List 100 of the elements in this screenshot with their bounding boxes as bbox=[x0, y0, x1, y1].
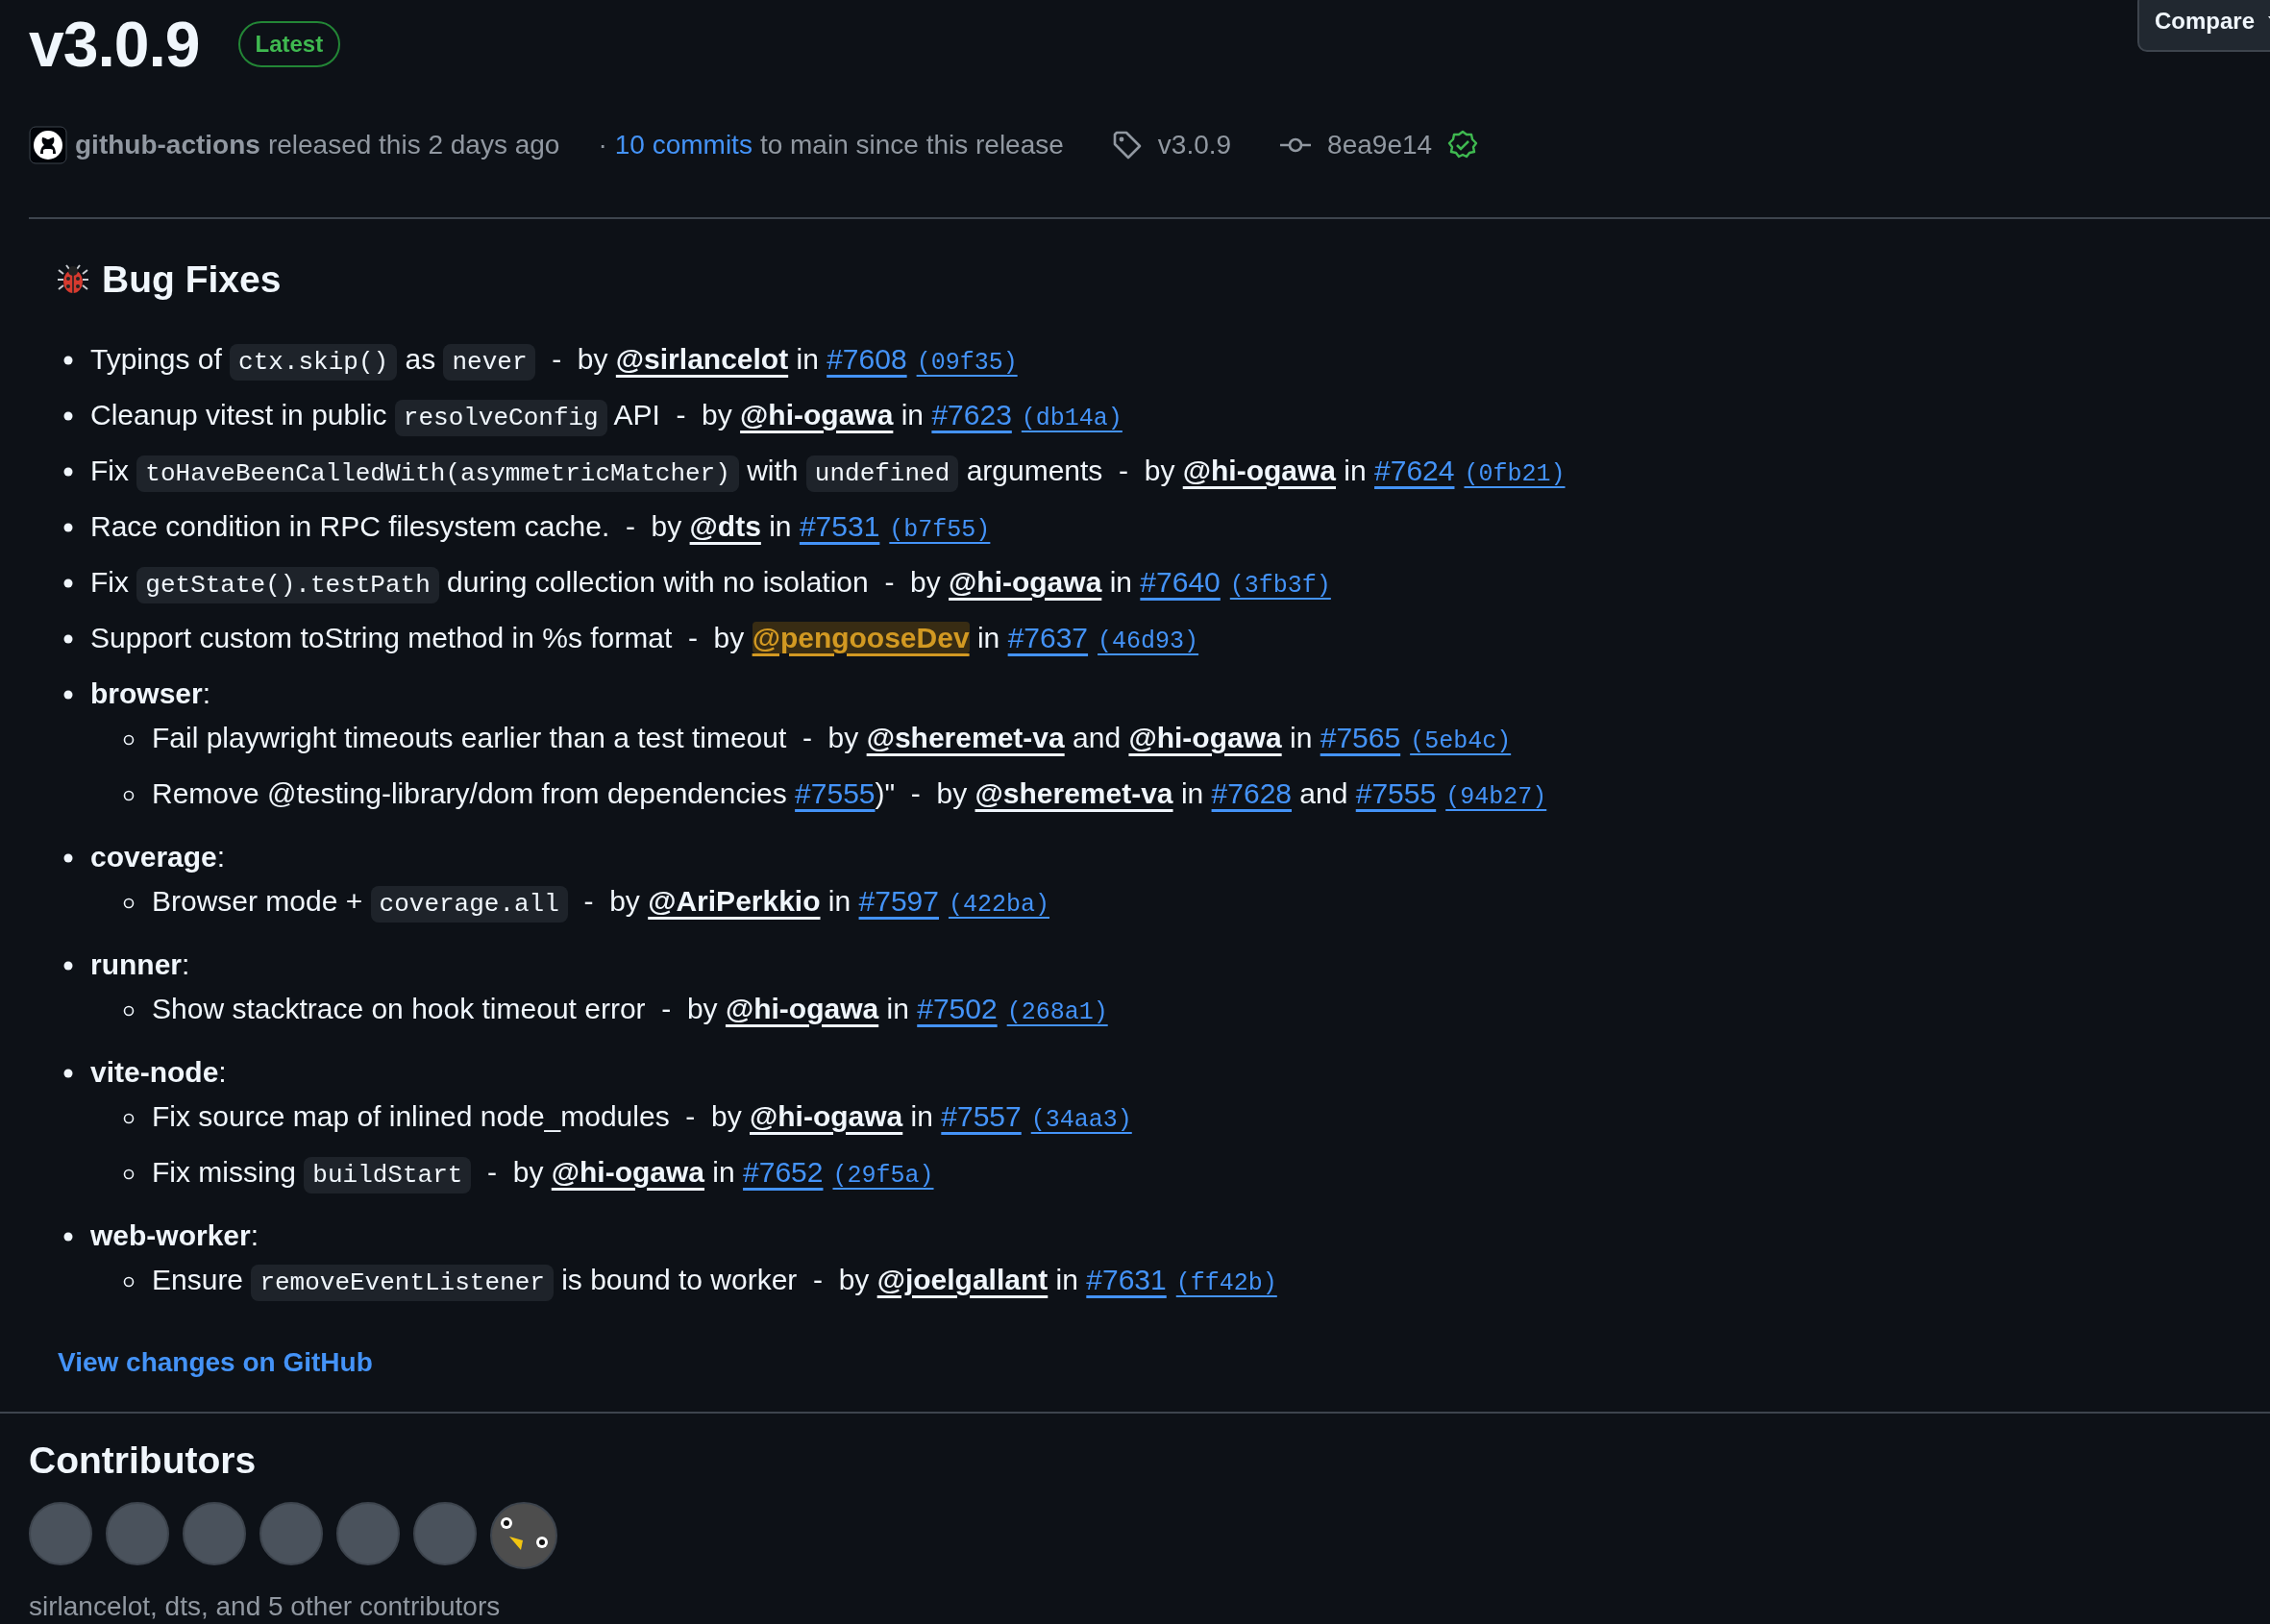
cat-logo-icon bbox=[29, 126, 67, 164]
commit-hash-link[interactable]: (94b27) bbox=[1445, 782, 1547, 811]
issue-link[interactable]: #7608 bbox=[827, 342, 907, 375]
section-heading: Bug Fixes bbox=[102, 258, 282, 302]
inline-code: resolveConfig bbox=[394, 399, 607, 436]
commit-hash-link[interactable]: (5eb4c) bbox=[1410, 726, 1512, 755]
hollow-bullet-icon bbox=[123, 1168, 135, 1180]
commit-hash-link[interactable]: (b7f55) bbox=[889, 515, 991, 544]
author-link[interactable]: github-actions bbox=[75, 125, 260, 165]
changelog-entry: Fix source map of inlined node_modules - by @hi-ogawa in #7557 (34aa3) bbox=[152, 1098, 1132, 1136]
inline-code: ctx.skip() bbox=[230, 343, 398, 381]
inline-code: undefined bbox=[805, 455, 959, 492]
user-mention-link[interactable]: @hi-ogawa bbox=[551, 1155, 704, 1188]
bullet-icon bbox=[63, 689, 73, 700]
user-mention-link[interactable]: @hi-ogawa bbox=[1128, 721, 1282, 753]
hollow-bullet-icon bbox=[123, 1112, 135, 1124]
user-mention-link[interactable]: @sheremet-va bbox=[866, 721, 1065, 753]
issue-link[interactable]: #7652 bbox=[743, 1155, 824, 1188]
changelog-entry: Typings of ctx.skip() as never - by @sirlancelot in #7608 (09f35) bbox=[90, 336, 1018, 385]
commit-icon bbox=[1279, 135, 1313, 155]
commit-hash-link[interactable]: (ff42b) bbox=[1175, 1268, 1277, 1297]
bullet-icon bbox=[63, 1231, 73, 1242]
inline-code: removeEventListener bbox=[251, 1264, 554, 1301]
issue-link[interactable]: #7628 bbox=[1211, 776, 1292, 809]
contributors-summary: sirlancelot, dts, and 5 other contributors bbox=[29, 1590, 502, 1624]
separator-dot: · bbox=[598, 129, 607, 161]
changelog-entry: Ensure removeEventListener is bound to worker - by @joelgallant in #7631 (ff42b) bbox=[152, 1257, 1277, 1306]
commit-hash-link[interactable]: (34aa3) bbox=[1030, 1105, 1132, 1134]
commit-hash-link[interactable]: (09f35) bbox=[916, 348, 1018, 377]
group-label: browser: bbox=[90, 676, 211, 711]
bullet-icon bbox=[63, 1068, 73, 1078]
user-mention-link[interactable]: @hi-ogawa bbox=[740, 398, 894, 431]
changelog-entry: Fix getState().testPath during collection with no isolation - by @hi-ogawa in #7640 (3fb3f) bbox=[90, 559, 1331, 608]
user-mention-link[interactable]: @dts bbox=[689, 509, 761, 542]
hollow-bullet-icon bbox=[123, 733, 135, 746]
commit-hash-link[interactable]: (46d93) bbox=[1098, 627, 1199, 655]
release-title: v3.0.9 bbox=[29, 8, 200, 82]
inline-code: getState().testPath bbox=[136, 566, 439, 603]
commit-hash-link[interactable]: (db14a) bbox=[1021, 404, 1123, 432]
commits-text: to main since this release bbox=[759, 129, 1064, 161]
group-label: web-worker: bbox=[90, 1218, 259, 1253]
user-mention-link[interactable]: @sheremet-va bbox=[975, 776, 1173, 809]
group-label: coverage: bbox=[90, 839, 226, 874]
user-mention-link[interactable]: @hi-ogawa bbox=[750, 1099, 903, 1132]
issue-link[interactable]: #7640 bbox=[1140, 565, 1221, 598]
issue-link[interactable]: #7623 bbox=[931, 398, 1012, 431]
bullet-icon bbox=[63, 852, 73, 863]
highlighted-mention-link[interactable]: @pengooseDev bbox=[752, 621, 970, 653]
issue-link[interactable]: #7637 bbox=[1007, 621, 1089, 653]
hollow-bullet-icon bbox=[123, 789, 135, 801]
hollow-bullet-icon bbox=[123, 897, 135, 909]
bullet-icon bbox=[63, 578, 73, 588]
issue-link[interactable]: #7597 bbox=[858, 884, 939, 917]
changelog-entry: Fix missing buildStart - by @hi-ogawa in #7652 (29f5a) bbox=[152, 1149, 934, 1198]
user-mention-link[interactable]: @hi-ogawa bbox=[725, 992, 879, 1024]
bullet-icon bbox=[63, 960, 73, 971]
bullet-icon bbox=[63, 522, 73, 532]
commits-link[interactable]: 10 commits bbox=[614, 125, 753, 165]
issue-link[interactable]: #7624 bbox=[1374, 454, 1455, 486]
user-mention-link[interactable]: @AriPerkkio bbox=[648, 884, 821, 917]
user-mention-link[interactable]: @sirlancelot bbox=[615, 342, 789, 375]
bullet-icon bbox=[63, 410, 73, 421]
inline-code: toHaveBeenCalledWith(asymmetricMatcher) bbox=[136, 455, 739, 492]
commit-hash-link[interactable]: (29f5a) bbox=[832, 1161, 934, 1190]
user-mention-link[interactable]: @hi-ogawa bbox=[1182, 454, 1336, 486]
issue-link[interactable]: #7555 bbox=[795, 776, 876, 809]
latest-badge: Latest bbox=[237, 21, 341, 67]
changelog-entry: Browser mode + coverage.all - by @AriPerkkio in #7597 (422ba) bbox=[152, 878, 1049, 927]
commit-link[interactable]: 8ea9e14 bbox=[1327, 125, 1433, 165]
bullet-icon bbox=[63, 355, 73, 365]
user-mention-link[interactable]: @joelgallant bbox=[876, 1263, 1049, 1295]
view-changes-link[interactable]: View changes on GitHub bbox=[58, 1341, 373, 1383]
tag-icon bbox=[1111, 130, 1143, 160]
issue-link[interactable]: #7502 bbox=[917, 992, 998, 1024]
issue-link[interactable]: #7631 bbox=[1086, 1263, 1167, 1295]
group-label: vite-node: bbox=[90, 1054, 227, 1090]
bullet-icon bbox=[63, 633, 73, 644]
issue-link[interactable]: #7531 bbox=[799, 509, 880, 542]
commit-hash-link[interactable]: (3fb3f) bbox=[1229, 571, 1331, 600]
inline-code: buildStart bbox=[304, 1156, 472, 1193]
changelog-entry: Show stacktrace on hook timeout error - by @hi-ogawa in #7502 (268a1) bbox=[152, 991, 1108, 1028]
release-time-text: released this 2 days ago bbox=[267, 129, 560, 161]
issue-link[interactable]: #7555 bbox=[1355, 776, 1437, 809]
inline-code: coverage.all bbox=[370, 885, 568, 923]
commit-hash-link[interactable]: (0fb21) bbox=[1464, 459, 1566, 488]
issue-link[interactable]: #7557 bbox=[941, 1099, 1022, 1132]
commit-hash-link[interactable]: (422ba) bbox=[949, 890, 1049, 919]
commit-hash-link[interactable]: (268a1) bbox=[1006, 997, 1108, 1026]
bird-avatar-icon[interactable] bbox=[490, 1502, 557, 1570]
contributors-heading: Contributors bbox=[29, 1438, 258, 1483]
inline-code: never bbox=[443, 343, 536, 381]
bullet-icon bbox=[63, 466, 73, 477]
hollow-bullet-icon bbox=[123, 1275, 135, 1288]
compare-button[interactable]: Compare bbox=[2136, 0, 2270, 52]
changelog-entry: Remove @testing-library/dom from dependencies #7555)" - by @sheremet-va in #7628 and #7555 (94b27) bbox=[152, 775, 1547, 813]
issue-link[interactable]: #7565 bbox=[1320, 721, 1401, 753]
changelog-entry: Support custom toString method in %s format - by @pengooseDev in #7637 (46d93) bbox=[90, 620, 1199, 657]
user-mention-link[interactable]: @hi-ogawa bbox=[949, 565, 1102, 598]
tag-link[interactable]: v3.0.9 bbox=[1157, 125, 1232, 165]
changelog-entry: Fail playwright timeouts earlier than a test timeout - by @sheremet-va and @hi-ogawa in #7565 (5eb4c) bbox=[152, 720, 1512, 757]
